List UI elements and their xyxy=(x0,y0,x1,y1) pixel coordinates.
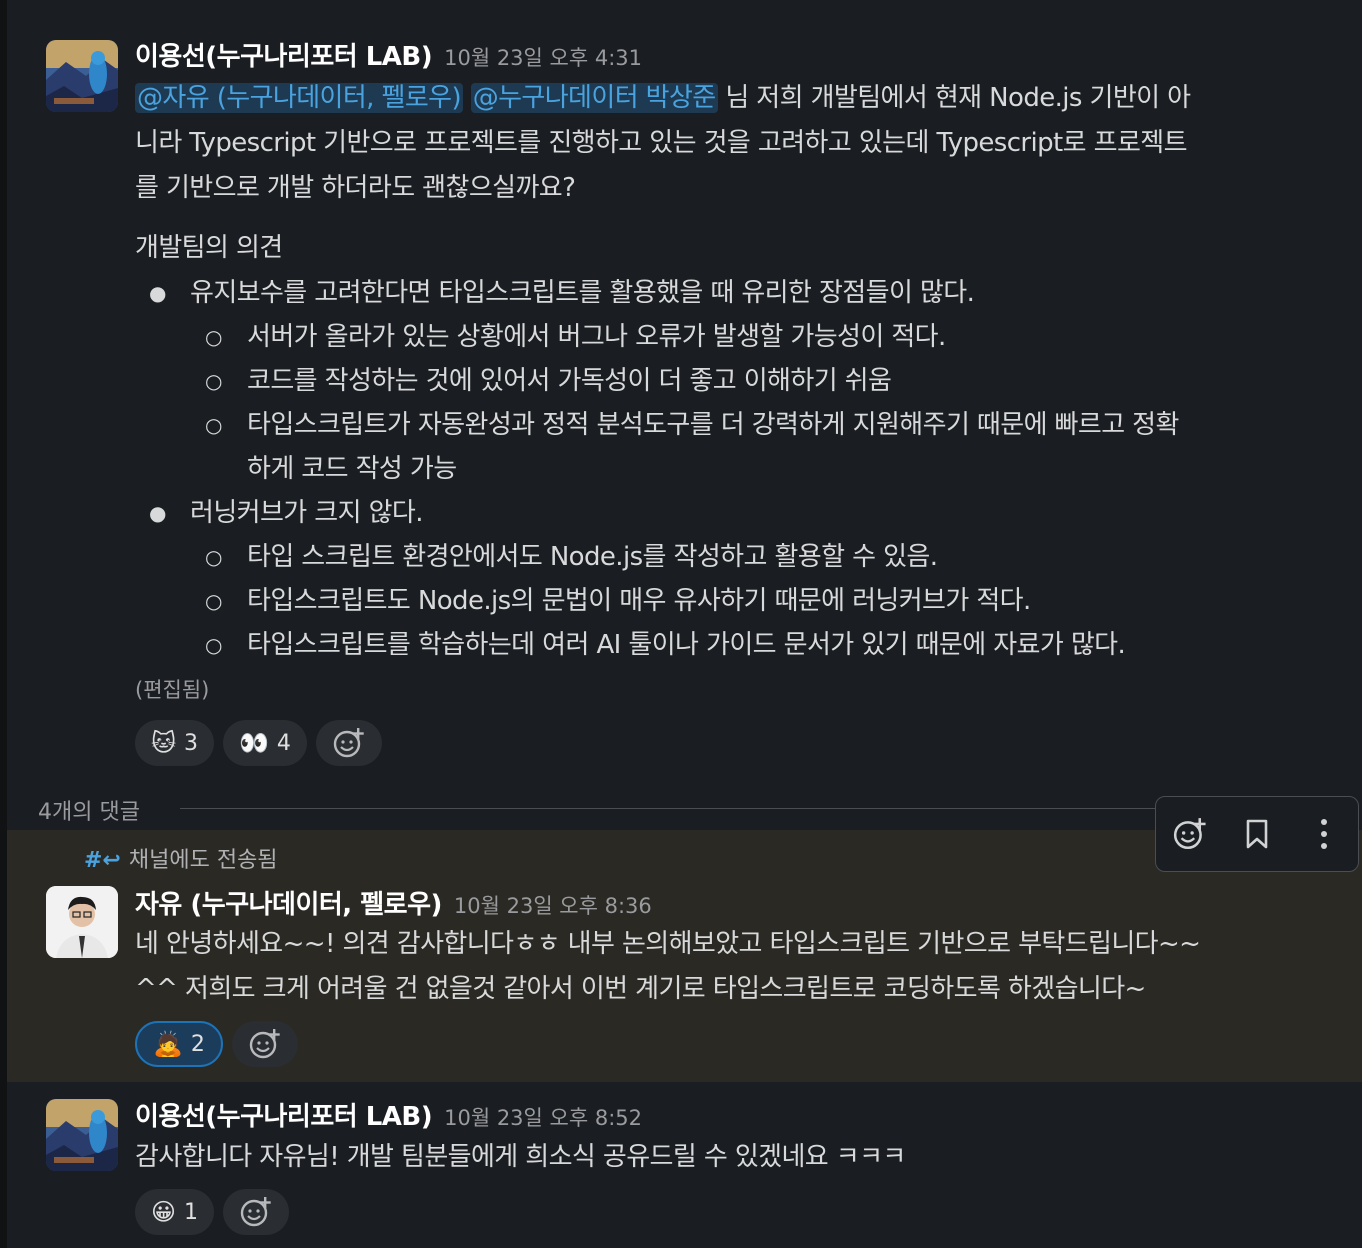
bullet-item: 러닝커브가 크지 않다. xyxy=(135,491,1345,535)
add-reaction-button[interactable] xyxy=(315,720,382,766)
author-name[interactable]: 이용선(누구나리포터 LAB) xyxy=(135,1102,433,1132)
grin-emoji-icon: 😀 xyxy=(151,1198,177,1226)
sub-bullet-item: 타입스크립트가 자동완성과 정적 분석도구를 더 강력하게 지원해주기 때문에 … xyxy=(135,403,1345,447)
also-sent-to-channel: #↩ 채널에도 전송됨 xyxy=(84,842,278,874)
message-text: 를 기반으로 개발 하더라도 괜찮으실까요? xyxy=(135,173,576,203)
reaction-count: 2 xyxy=(190,1031,205,1057)
eyes-emoji-icon: 👀 xyxy=(239,729,269,757)
opinion-title: 개발팀의 의견 xyxy=(135,233,283,263)
avatar[interactable] xyxy=(46,1099,118,1171)
reaction-eyes[interactable]: 👀 4 xyxy=(223,720,307,766)
sub-bullet-item: 서버가 올라가 있는 상황에서 버그나 오류가 발생할 가능성이 적다. xyxy=(135,315,1345,359)
cat-emoji-icon: 🐱 xyxy=(151,729,177,757)
author-name[interactable]: 이용선(누구나리포터 LAB) xyxy=(135,42,433,72)
message-header: 이용선(누구나리포터 LAB) 10월 23일 오후 8:52 xyxy=(135,1096,642,1133)
add-reaction-icon xyxy=(1173,818,1206,850)
message-text: 네 안녕하세요~~! 의견 감사합니다ㅎㅎ 내부 논의해보았고 타입스크립트 기… xyxy=(135,929,1201,959)
forwarded-label[interactable]: 채널에도 전송됨 xyxy=(129,848,278,873)
add-reaction-icon xyxy=(249,1029,280,1059)
divider-line xyxy=(180,808,1195,809)
bookmark-action[interactable] xyxy=(1237,814,1277,854)
reaction-cat[interactable]: 🐱 3 xyxy=(135,720,215,766)
bookmark-icon xyxy=(1246,819,1268,849)
timestamp[interactable]: 10월 23일 오후 8:52 xyxy=(444,1106,642,1130)
thread-divider: 4개의 댓글 xyxy=(38,794,1195,826)
add-reaction-icon xyxy=(333,728,364,758)
add-reaction-action[interactable] xyxy=(1170,814,1210,854)
reactions-bar: 🐱 3 👀 4 xyxy=(135,720,382,766)
sub-bullet-item: 타입 스크립트 환경안에서도 Node.js를 작성하고 활용할 수 있음. xyxy=(135,535,1345,579)
channel-forward-icon: #↩ xyxy=(84,848,121,873)
reaction-count: 4 xyxy=(276,730,291,756)
add-reaction-button[interactable] xyxy=(231,1021,298,1067)
message-text: 니라 Typescript 기반으로 프로젝트를 진행하고 있는 것을 고려하고… xyxy=(135,128,1188,158)
timestamp[interactable]: 10월 23일 오후 4:31 xyxy=(444,46,642,70)
timestamp[interactable]: 10월 23일 오후 8:36 xyxy=(454,894,652,918)
add-reaction-icon xyxy=(240,1197,271,1227)
reaction-grin[interactable]: 😀 1 xyxy=(135,1189,215,1235)
reactions-bar: 😀 1 xyxy=(135,1189,290,1235)
bullet-list: 유지보수를 고려한다면 타입스크립트를 활용했을 때 유리한 장점들이 많다. … xyxy=(135,271,1345,667)
message-header: 이용선(누구나리포터 LAB) 10월 23일 오후 4:31 xyxy=(135,36,642,73)
sub-bullet-continuation: 하게 코드 작성 가능 xyxy=(247,454,457,484)
add-reaction-button[interactable] xyxy=(223,1189,290,1235)
replies-count[interactable]: 4개의 댓글 xyxy=(38,794,140,826)
more-vertical-icon xyxy=(1321,819,1328,849)
sub-bullet-item: 코드를 작성하는 것에 있어서 가독성이 더 좋고 이해하기 쉬움 xyxy=(135,359,1345,403)
mention-jayu[interactable]: @자유 (누구나데이터, 펠로우) xyxy=(135,83,464,113)
message-body: @자유 (누구나데이터, 펠로우) @누구나데이터 박상준 님 저희 개발팀에서… xyxy=(135,76,1345,211)
avatar[interactable] xyxy=(46,40,118,112)
message-text: 감사합니다 자유님! 개발 팀분들에게 희소식 공유드릴 수 있겠네요 ㅋㅋㅋ xyxy=(135,1142,906,1172)
reaction-count: 3 xyxy=(184,730,199,756)
left-edge xyxy=(0,0,7,1248)
mention-parksangjun[interactable]: @누구나데이터 박상준 xyxy=(470,83,718,113)
reaction-bow[interactable]: 🙇 2 xyxy=(135,1021,223,1067)
author-name[interactable]: 자유 (누구나데이터, 펠로우) xyxy=(135,890,442,920)
message-header: 자유 (누구나데이터, 펠로우) 10월 23일 오후 8:36 xyxy=(135,884,652,921)
sub-bullet-item: 타입스크립트도 Node.js의 문법이 매우 유사하기 때문에 러닝커브가 적… xyxy=(135,579,1345,623)
message-text: 님 저희 개발팀에서 현재 Node.js 기반이 아 xyxy=(725,83,1191,113)
bullet-item: 유지보수를 고려한다면 타입스크립트를 활용했을 때 유리한 장점들이 많다. xyxy=(135,271,1345,315)
message-body: 감사합니다 자유님! 개발 팀분들에게 희소식 공유드릴 수 있겠네요 ㅋㅋㅋ xyxy=(135,1135,1345,1180)
reactions-bar: 🙇 2 xyxy=(135,1021,298,1067)
edited-label: (편집됨) xyxy=(135,678,210,702)
message-text: ^^ 저희도 크게 어려울 건 없을것 같아서 이번 계기로 타입스크립트로 코… xyxy=(135,974,1146,1004)
bow-emoji-icon: 🙇 xyxy=(153,1030,183,1058)
reaction-count: 1 xyxy=(184,1199,199,1225)
sub-bullet-item: 타입스크립트를 학습하는데 여러 AI 툴이나 가이드 문서가 있기 때문에 자… xyxy=(135,623,1345,667)
avatar[interactable] xyxy=(46,886,118,958)
message-body: 네 안녕하세요~~! 의견 감사합니다ㅎㅎ 내부 논의해보았고 타입스크립트 기… xyxy=(135,922,1345,1012)
more-actions[interactable] xyxy=(1304,814,1344,854)
message-actions-toolbar xyxy=(1155,796,1359,872)
